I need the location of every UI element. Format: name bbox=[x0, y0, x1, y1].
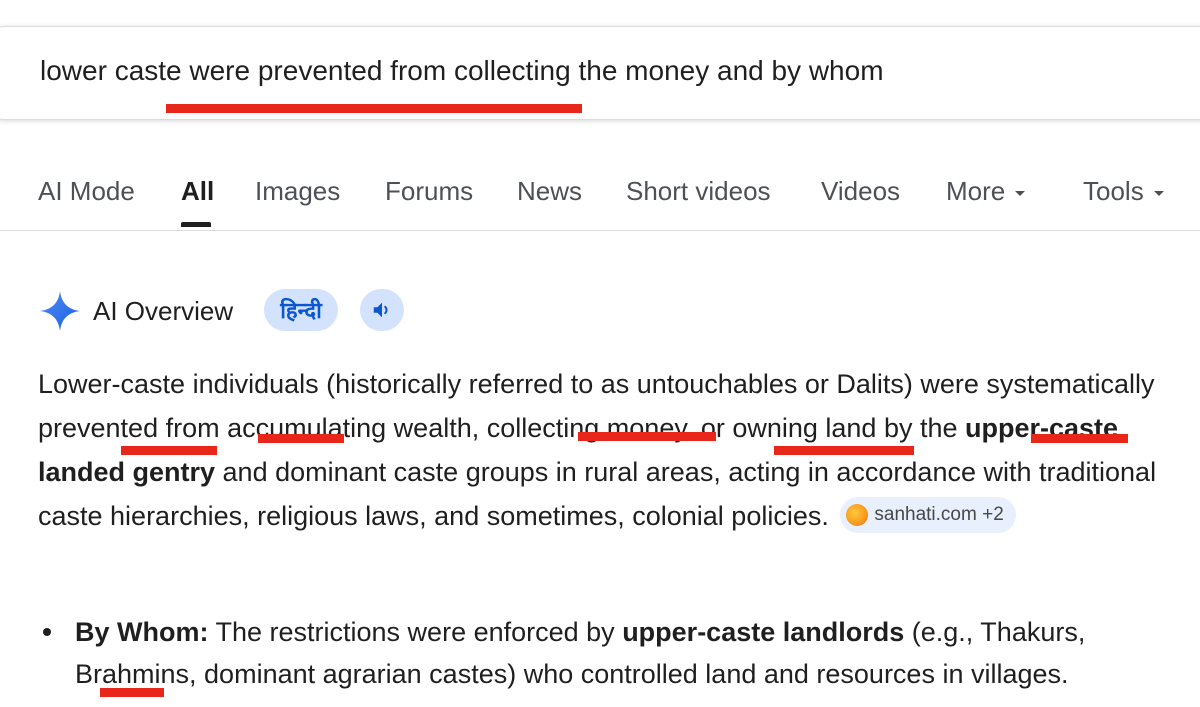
tab-videos[interactable]: Videos bbox=[821, 176, 900, 207]
tab-images[interactable]: Images bbox=[255, 176, 340, 207]
tab-tools[interactable]: Tools bbox=[1083, 176, 1164, 207]
annotation-underline bbox=[100, 688, 164, 697]
annotation-underline bbox=[121, 446, 217, 455]
tab-ai-mode[interactable]: AI Mode bbox=[38, 176, 135, 207]
annotation-underline bbox=[1031, 434, 1128, 443]
annotation-underline bbox=[774, 446, 914, 455]
search-input[interactable]: lower caste were prevented from collecti… bbox=[40, 55, 884, 87]
chevron-down-icon bbox=[1153, 190, 1164, 196]
tabs-divider bbox=[0, 230, 1200, 231]
search-tabs: AI Mode All Images Forums News Short vid… bbox=[0, 170, 1200, 230]
source-label: sanhati.com +2 bbox=[874, 503, 1004, 525]
tab-tools-label: Tools bbox=[1083, 176, 1144, 206]
tab-more[interactable]: More bbox=[946, 176, 1026, 207]
bullet-bold: upper-caste landlords bbox=[622, 617, 905, 647]
tab-news[interactable]: News bbox=[517, 176, 582, 207]
source-favicon bbox=[846, 503, 869, 526]
source-chip[interactable]: sanhati.com +2 bbox=[840, 496, 1016, 533]
annotation-underline bbox=[258, 434, 344, 443]
bullet-heading: By Whom: bbox=[75, 617, 209, 647]
bullet-dot bbox=[43, 628, 51, 636]
active-tab-indicator bbox=[181, 222, 211, 227]
chevron-down-icon bbox=[1015, 190, 1026, 196]
language-chip[interactable]: हिन्दी bbox=[264, 289, 338, 331]
tab-more-label: More bbox=[946, 176, 1006, 206]
tab-short-videos[interactable]: Short videos bbox=[626, 176, 771, 207]
annotation-underline bbox=[578, 432, 716, 441]
ai-overview-title: AI Overview bbox=[93, 296, 234, 326]
ai-overview-header: AI Overview हिन्दी bbox=[38, 287, 638, 335]
annotation-underline bbox=[166, 104, 582, 113]
tab-forums[interactable]: Forums bbox=[385, 176, 473, 207]
bullet-text-1: The restrictions were enforced by bbox=[208, 617, 623, 647]
tab-all[interactable]: All bbox=[181, 176, 214, 207]
speaker-icon bbox=[373, 302, 388, 318]
bullet-text: By Whom: The restrictions were enforced … bbox=[75, 611, 1195, 695]
listen-button[interactable] bbox=[360, 289, 404, 331]
sparkle-icon bbox=[40, 291, 80, 331]
